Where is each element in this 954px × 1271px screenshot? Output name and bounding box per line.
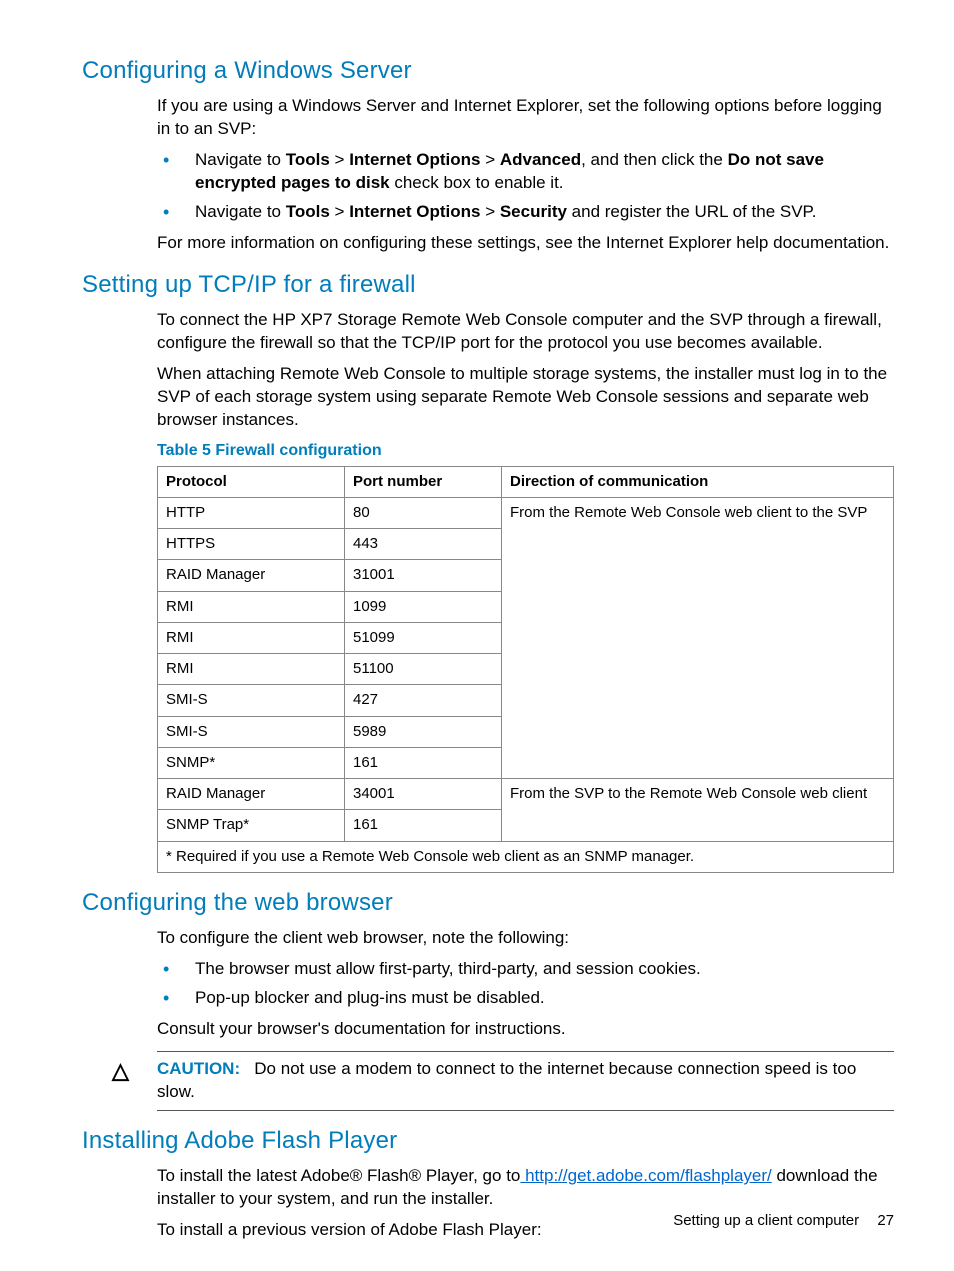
- cell-protocol: SMI-S: [158, 685, 345, 716]
- cell-protocol: SNMP Trap*: [158, 810, 345, 841]
- table-row: HTTP80From the Remote Web Console web cl…: [158, 497, 894, 528]
- section-body: To configure the client web browser, not…: [157, 927, 894, 1111]
- text: Navigate to: [195, 150, 286, 169]
- paragraph: When attaching Remote Web Console to mul…: [157, 363, 894, 432]
- heading-installing-flash: Installing Adobe Flash Player: [82, 1125, 894, 1157]
- cell-port: 80: [345, 497, 502, 528]
- cell-direction: From the Remote Web Console web client t…: [502, 497, 894, 778]
- cell-port: 34001: [345, 779, 502, 810]
- section-body: To connect the HP XP7 Storage Remote Web…: [157, 309, 894, 873]
- table-caption: Table 5 Firewall configuration: [157, 440, 894, 462]
- table-footnote-row: * Required if you use a Remote Web Conso…: [158, 841, 894, 872]
- cell-protocol: RMI: [158, 654, 345, 685]
- cell-protocol: RAID Manager: [158, 560, 345, 591]
- caution-icon: △: [112, 1056, 129, 1086]
- bold: Internet Options: [349, 150, 480, 169]
- page-footer: Setting up a client computer 27: [673, 1211, 894, 1231]
- text: , and then click the: [581, 150, 727, 169]
- bullet-list: The browser must allow first-party, thir…: [157, 958, 894, 1010]
- cell-port: 31001: [345, 560, 502, 591]
- section-body: If you are using a Windows Server and In…: [157, 95, 894, 255]
- text: >: [330, 202, 349, 221]
- col-port: Port number: [345, 466, 502, 497]
- heading-configuring-windows-server: Configuring a Windows Server: [82, 55, 894, 87]
- cell-port: 161: [345, 810, 502, 841]
- caution-block: △ CAUTION: Do not use a modem to connect…: [157, 1051, 894, 1111]
- col-protocol: Protocol: [158, 466, 345, 497]
- section-configuring-windows-server: Configuring a Windows Server If you are …: [82, 55, 894, 255]
- cell-port: 161: [345, 747, 502, 778]
- paragraph: To connect the HP XP7 Storage Remote Web…: [157, 309, 894, 355]
- firewall-table: Protocol Port number Direction of commun…: [157, 466, 894, 873]
- cell-port: 427: [345, 685, 502, 716]
- paragraph: If you are using a Windows Server and In…: [157, 95, 894, 141]
- bold: Security: [500, 202, 567, 221]
- text: >: [480, 202, 499, 221]
- list-item: Pop-up blocker and plug-ins must be disa…: [157, 987, 894, 1010]
- col-direction: Direction of communication: [502, 466, 894, 497]
- paragraph: To configure the client web browser, not…: [157, 927, 894, 950]
- heading-configuring-web-browser: Configuring the web browser: [82, 887, 894, 919]
- bold: Advanced: [500, 150, 581, 169]
- cell-port: 1099: [345, 591, 502, 622]
- heading-setting-up-tcpip: Setting up TCP/IP for a firewall: [82, 269, 894, 301]
- cell-protocol: HTTP: [158, 497, 345, 528]
- cell-protocol: RMI: [158, 622, 345, 653]
- bold: Tools: [286, 150, 330, 169]
- list-item: The browser must allow first-party, thir…: [157, 958, 894, 981]
- bold: Tools: [286, 202, 330, 221]
- list-item: Navigate to Tools > Internet Options > S…: [157, 201, 894, 224]
- list-item: Navigate to Tools > Internet Options > A…: [157, 149, 894, 195]
- text: >: [480, 150, 499, 169]
- section-configuring-web-browser: Configuring the web browser To configure…: [82, 887, 894, 1111]
- cell-port: 51099: [345, 622, 502, 653]
- cell-port: 51100: [345, 654, 502, 685]
- text: >: [330, 150, 349, 169]
- section-setting-up-tcpip: Setting up TCP/IP for a firewall To conn…: [82, 269, 894, 873]
- table-header-row: Protocol Port number Direction of commun…: [158, 466, 894, 497]
- paragraph: For more information on configuring thes…: [157, 232, 894, 255]
- footer-text: Setting up a client computer: [673, 1212, 859, 1229]
- cell-port: 443: [345, 529, 502, 560]
- cell-port: 5989: [345, 716, 502, 747]
- text: check box to enable it.: [390, 173, 564, 192]
- text: and register the URL of the SVP.: [567, 202, 816, 221]
- caution-text: Do not use a modem to connect to the int…: [157, 1059, 856, 1101]
- paragraph: Consult your browser's documentation for…: [157, 1018, 894, 1041]
- text: Navigate to: [195, 202, 286, 221]
- cell-direction: From the SVP to the Remote Web Console w…: [502, 779, 894, 842]
- cell-protocol: RAID Manager: [158, 779, 345, 810]
- table-footnote: * Required if you use a Remote Web Conso…: [158, 841, 894, 872]
- bold: Internet Options: [349, 202, 480, 221]
- cell-protocol: HTTPS: [158, 529, 345, 560]
- table-row: RAID Manager34001From the SVP to the Rem…: [158, 779, 894, 810]
- text: To install the latest Adobe® Flash® Play…: [157, 1166, 520, 1185]
- cell-protocol: SNMP*: [158, 747, 345, 778]
- caution-label: CAUTION:: [157, 1059, 240, 1078]
- paragraph: To install the latest Adobe® Flash® Play…: [157, 1165, 894, 1211]
- bullet-list: Navigate to Tools > Internet Options > A…: [157, 149, 894, 224]
- page-number: 27: [877, 1212, 894, 1229]
- cell-protocol: RMI: [158, 591, 345, 622]
- flash-player-link[interactable]: http://get.adobe.com/flashplayer/: [520, 1166, 771, 1185]
- cell-protocol: SMI-S: [158, 716, 345, 747]
